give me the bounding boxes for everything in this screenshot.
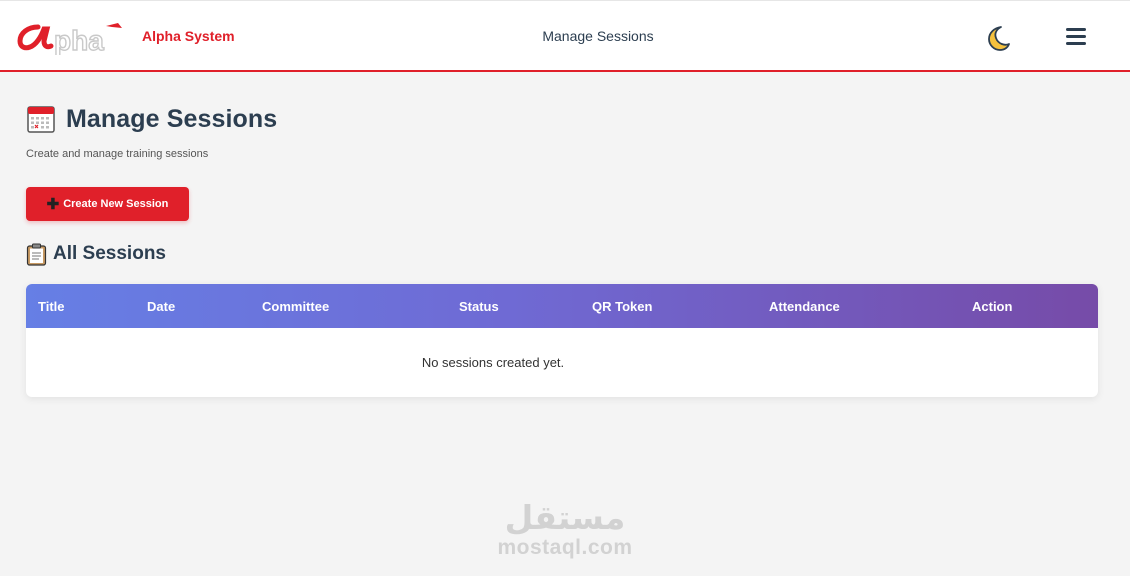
column-header-qr-token[interactable]: QR Token — [592, 299, 652, 314]
moon-icon[interactable] — [984, 24, 1012, 52]
watermark: مستقل mostaql.com — [470, 500, 660, 560]
create-new-session-button[interactable]: ✚ Create New Session — [26, 187, 189, 221]
page-subtitle: Create and manage training sessions — [26, 148, 209, 160]
watermark-arabic: مستقل — [504, 498, 626, 537]
page-heading: Manage Sessions — [26, 103, 277, 135]
empty-sessions-message: No sessions created yet. — [421, 355, 565, 370]
plus-icon: ✚ — [46, 195, 60, 213]
logo-lettering: pha — [54, 25, 104, 55]
create-button-label: Create New Session — [63, 198, 169, 210]
sessions-section-heading: All Sessions — [26, 242, 166, 266]
clipboard-icon — [26, 243, 47, 266]
column-header-status[interactable]: Status — [459, 299, 499, 314]
watermark-latin: mostaql.com — [497, 536, 633, 559]
column-header-date[interactable]: Date — [147, 299, 175, 314]
column-header-title[interactable]: Title — [38, 299, 65, 314]
header-page-title: Manage Sessions — [542, 28, 654, 44]
table-header-row: Title Date Committee Status QR Token Att… — [26, 284, 1098, 328]
sessions-section-title: All Sessions — [53, 243, 166, 264]
column-header-committee[interactable]: Committee — [262, 299, 329, 314]
calendar-icon — [27, 106, 55, 133]
page-title: Manage Sessions — [66, 104, 278, 133]
hamburger-menu-icon[interactable] — [1063, 26, 1089, 48]
brand-name[interactable]: Alpha System — [142, 28, 235, 44]
alpha-logo[interactable]: pha — [16, 19, 124, 55]
top-navbar: pha Alpha System Manage Sessions — [0, 0, 1130, 72]
sessions-table: Title Date Committee Status QR Token Att… — [26, 284, 1098, 397]
column-header-action[interactable]: Action — [972, 299, 1012, 314]
column-header-attendance[interactable]: Attendance — [769, 299, 840, 314]
